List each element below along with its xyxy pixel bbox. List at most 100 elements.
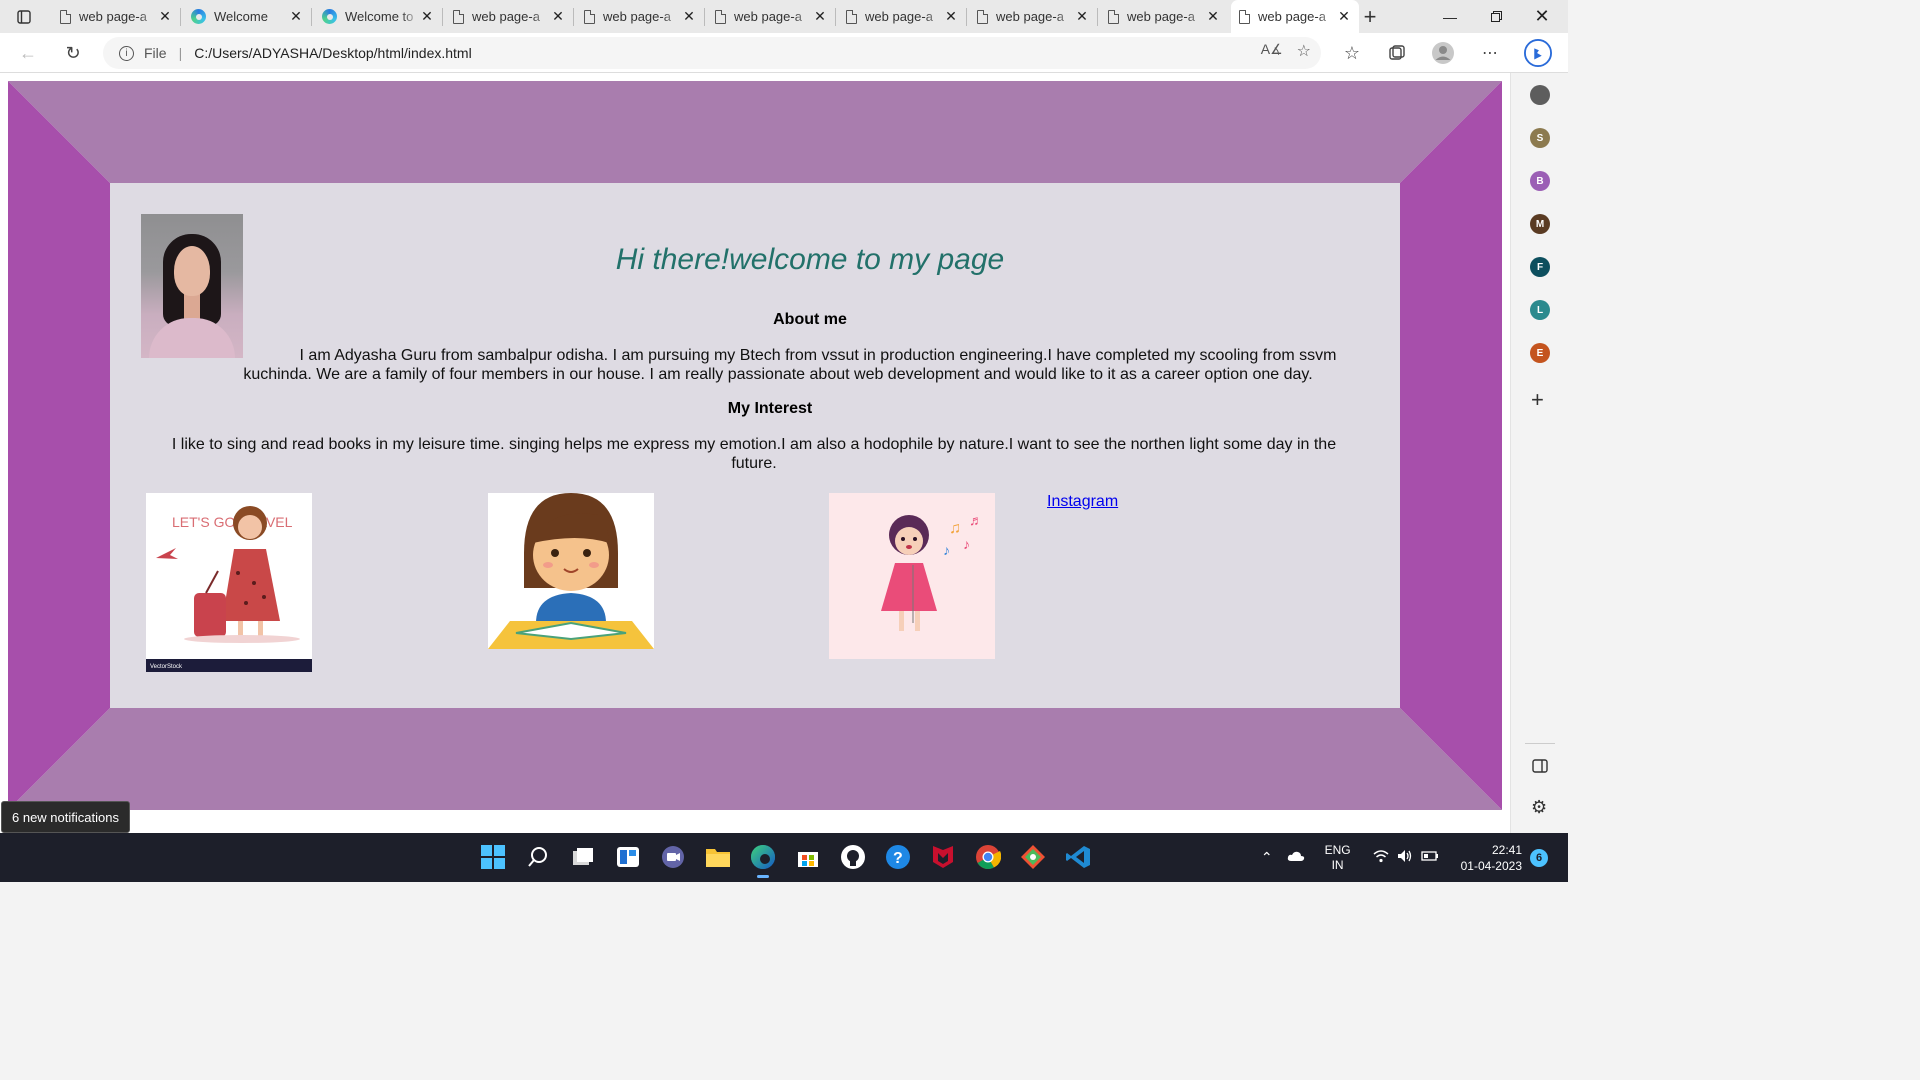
battery-icon[interactable] [1420,850,1439,865]
search-icon[interactable] [524,843,552,871]
info-icon[interactable]: i [119,45,134,61]
browser-tab[interactable]: web page-a ✕ [576,1,704,32]
restore-button[interactable] [1473,0,1519,33]
add-favorite-icon[interactable]: ☆ [1297,41,1311,61]
widgets-icon[interactable] [614,843,642,871]
browser-tab[interactable]: web page-a ✕ [838,1,966,32]
start-button[interactable] [479,843,507,871]
interest-title: My Interest [727,400,813,417]
tab-label: web page-a [996,9,1064,24]
tab-close-icon[interactable]: ✕ [289,8,303,25]
onedrive-icon[interactable] [1287,850,1305,865]
hide-sidebar-icon[interactable] [1532,759,1548,778]
profile-photo [141,214,243,358]
store-icon[interactable] [794,843,822,871]
tab-close-icon[interactable]: ✕ [551,8,565,25]
sidebar-profile-icon[interactable]: M [1530,214,1550,234]
tab-close-icon[interactable]: ✕ [682,8,696,25]
sidebar-profile-icon[interactable]: B [1530,171,1550,191]
language-region: IN [1331,857,1344,872]
mcafee-icon[interactable] [929,843,957,871]
tab-close-icon[interactable]: ✕ [1206,8,1220,25]
tab-close-icon[interactable]: ✕ [1075,8,1089,25]
back-button[interactable]: ← [14,39,42,67]
language-indicator[interactable]: ENG IN [1325,843,1351,873]
browser-tab[interactable]: web page-a ✕ [1231,0,1359,33]
file-explorer-icon[interactable] [704,843,732,871]
svg-text:♫: ♫ [949,520,961,537]
address-url[interactable]: C:/Users/ADYASHA/Desktop/html/index.html [194,45,472,61]
browser-tab[interactable]: web page-a ✕ [1100,1,1228,32]
profile-avatar[interactable] [1429,39,1457,67]
browser-tab[interactable]: Welcome ✕ [183,1,311,32]
git-tool-icon[interactable] [1019,843,1047,871]
chevron-up-icon[interactable]: ⌃ [1261,849,1273,866]
tab-close-icon[interactable]: ✕ [420,8,434,25]
travel-image: LET'S GO TRAVEL VectorStock [146,493,312,672]
clock[interactable]: 22:41 01-04-2023 [1461,842,1522,874]
content-box: Hi there!welcome to my page About me I a… [110,183,1400,708]
language-code: ENG [1324,842,1351,857]
page-viewport: Hi there!welcome to my page About me I a… [0,73,1510,833]
browser-tab[interactable]: web page-a ✕ [52,1,180,32]
document-icon [977,9,988,24]
tab-separator [835,8,836,26]
minimize-button[interactable]: — [1427,0,1473,33]
browser-tab[interactable]: web page-a ✕ [445,1,573,32]
collections-icon[interactable] [1383,39,1411,67]
more-menu-icon[interactable]: ⋯ [1476,39,1504,67]
tab-label: Welcome [214,9,268,24]
tab-label: web page-a [79,9,147,24]
browser-tab[interactable]: web page-a ✕ [707,1,835,32]
notification-badge[interactable]: 6 [1530,848,1548,867]
read-aloud-icon[interactable]: A∡ [1261,41,1283,61]
new-tab-button[interactable]: + [1358,4,1382,30]
edge-browser-icon[interactable] [749,843,777,878]
tab-label: web page-a [865,9,933,24]
tab-close-icon[interactable]: ✕ [944,8,958,25]
tab-close-icon[interactable]: ✕ [1337,8,1351,25]
clock-time: 22:41 [1491,842,1522,857]
favorites-icon[interactable]: ☆ [1338,39,1366,67]
notification-toast[interactable]: 6 new notifications [1,801,130,833]
sidebar-profile-icon[interactable]: E [1530,343,1550,363]
wifi-icon[interactable] [1373,849,1389,866]
about-title: About me [773,311,847,328]
travel-image-text: LET'S GO TRAVEL [172,514,293,530]
tab-separator [573,8,574,26]
sidebar-profile-icon[interactable] [1530,85,1550,105]
tab-strip: web page-a ✕ Welcome ✕ Welcome to ✕ web page-a… [0,0,1568,33]
tab-label: web page-a [734,9,802,24]
svg-text:?: ? [893,850,903,867]
tab-close-icon[interactable]: ✕ [158,8,172,25]
task-view-icon[interactable] [569,843,597,871]
document-icon [1239,9,1250,24]
page-heading: Hi there!welcome to my page [615,243,1005,276]
chrome-icon[interactable] [974,843,1002,871]
windows-taskbar: ? ⌃ ENG IN 22:41 01-04-2023 6 [0,833,1568,882]
tab-actions-icon[interactable] [10,4,38,30]
github-icon[interactable] [839,843,867,871]
sidebar-profile-icon[interactable]: S [1530,128,1550,148]
tab-separator [704,8,705,26]
add-sidebar-app-icon[interactable]: + [1531,387,1544,413]
address-bar[interactable]: i File | C:/Users/ADYASHA/Desktop/html/i… [103,37,1321,69]
vscode-icon[interactable] [1064,843,1092,871]
refresh-button[interactable]: ↻ [59,39,87,67]
volume-icon[interactable] [1397,849,1413,866]
instagram-link[interactable]: Instagram [1047,493,1118,511]
close-window-button[interactable]: ✕ [1519,0,1565,33]
document-icon [1108,9,1119,24]
tab-close-icon[interactable]: ✕ [813,8,827,25]
teams-chat-icon[interactable] [659,843,687,871]
browser-toolbar: ← ↻ i File | C:/Users/ADYASHA/Desktop/ht… [0,33,1568,73]
browser-tab[interactable]: Welcome to ✕ [314,1,442,32]
document-icon [453,9,464,24]
bing-chat-icon[interactable] [1524,39,1552,67]
settings-icon[interactable]: ⚙ [1531,797,1547,818]
sidebar-profile-icon[interactable]: F [1530,257,1550,277]
browser-tab[interactable]: web page-a ✕ [969,1,1097,32]
help-icon[interactable]: ? [884,843,912,871]
sidebar-profile-icon[interactable]: L [1530,300,1550,320]
tab-separator [311,8,312,26]
